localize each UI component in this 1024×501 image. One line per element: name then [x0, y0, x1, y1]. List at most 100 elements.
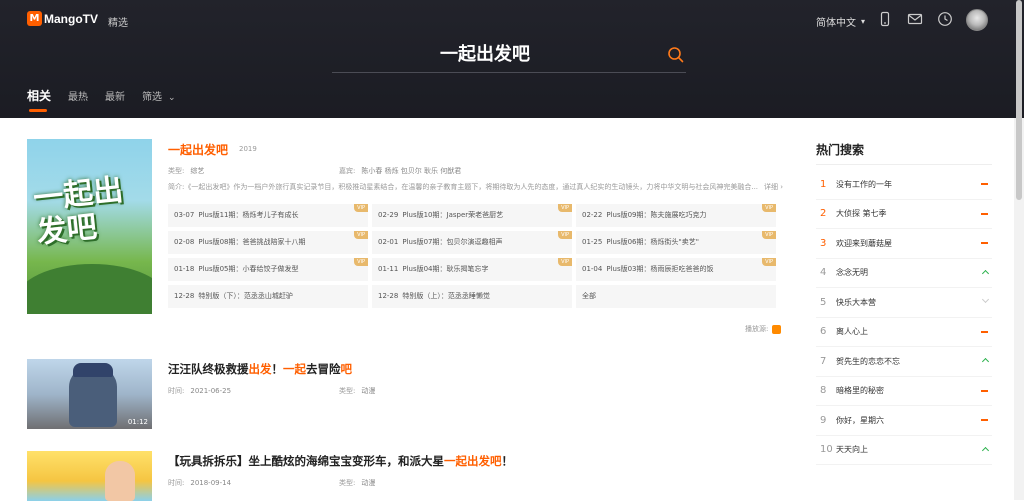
result-thumbnail[interactable]: 01:12 — [27, 359, 152, 429]
episode-item[interactable]: 02-08 Plus版08期：爸爸挑战陪家十八期 VIP — [168, 231, 368, 254]
poster-hill — [27, 264, 152, 314]
logo-mark: M — [27, 11, 42, 26]
mango-source-icon[interactable] — [772, 324, 782, 334]
hot-item-name: 大侦探 第七季 — [836, 209, 887, 219]
episode-date: 01-11 — [378, 265, 399, 273]
vip-badge: VIP — [354, 258, 368, 266]
trend-down-icon — [981, 295, 990, 304]
hot-search-item[interactable]: 9 你好，星期六 — [816, 406, 992, 436]
time-value: 2021-06-25 — [190, 387, 232, 395]
episode-item[interactable]: 02-01 Plus版07期：包贝尔演逗趣相声 VIP — [372, 231, 572, 254]
hot-search-item[interactable]: 8 暗格里的秘密 — [816, 377, 992, 406]
trend-up-icon — [981, 269, 990, 277]
details-link[interactable]: 详细 › — [764, 182, 783, 192]
hot-search-title: 热门搜索 — [816, 143, 865, 157]
mangotv-logo[interactable]: M MangoTV — [27, 11, 98, 26]
tab-filter[interactable]: 筛选 ⌄ — [142, 88, 176, 103]
trend-flat-icon — [981, 212, 988, 215]
vip-badge: VIP — [354, 204, 368, 212]
hot-item-name: 欢迎来到蘑菇屋 — [836, 238, 892, 248]
episode-item[interactable]: 02-22 Plus版09期：陈夫施展吃巧克力 VIP — [576, 204, 776, 227]
result-type: 类型: 动漫 — [339, 386, 375, 396]
episode-title: Plus版10期：Jasper荣老爸厨艺 — [402, 211, 504, 219]
mail-icon[interactable] — [907, 11, 923, 27]
hot-search-item[interactable]: 4 念念无明 — [816, 259, 992, 288]
user-avatar[interactable] — [966, 9, 988, 31]
scrollbar-thumb[interactable] — [1016, 0, 1022, 200]
episode-title: Plus版07期：包贝尔演逗趣相声 — [402, 238, 503, 246]
episode-item[interactable]: 02-29 Plus版10期：Jasper荣老爸厨艺 VIP — [372, 204, 572, 227]
hot-search-item[interactable]: 6 离人心上 — [816, 318, 992, 347]
logo-text: MangoTV — [44, 11, 98, 26]
vip-badge: VIP — [762, 258, 776, 266]
rank-number: 5 — [820, 296, 827, 308]
type-value: 综艺 — [190, 167, 205, 175]
episode-title: Plus版05期：小春给饺子做发型 — [198, 265, 299, 273]
episode-item[interactable]: 03-07 Plus版11期：杨烁考儿子有成长 VIP — [168, 204, 368, 227]
result-title[interactable]: 汪汪队终极救援出发！一起去冒险吧 — [168, 361, 352, 377]
episode-item[interactable]: 01-11 Plus版04期：耿乐揭笔忘字 VIP — [372, 258, 572, 281]
desc-label: 简介: — [168, 183, 185, 191]
tab-filter-label: 筛选 — [142, 92, 163, 103]
rank-number: 2 — [820, 208, 827, 220]
hot-search-item[interactable]: 10 天天向上 — [816, 436, 992, 465]
result-thumbnail[interactable] — [27, 451, 152, 501]
title-part: 【玩具拆拆乐】坐上酷炫的海绵宝宝变形车，和派大星 — [168, 454, 444, 468]
tab-related[interactable]: 相关 — [27, 87, 51, 112]
hot-item-name: 贺先生的恋恋不忘 — [836, 356, 900, 366]
clock-icon[interactable] — [937, 11, 953, 27]
language-selector[interactable]: 简体中文 ▾ — [816, 14, 865, 29]
top-header: M MangoTV 精选 简体中文 ▾ 一起出发吧 相关 最热 最新 筛选 ⌄ — [0, 0, 1024, 118]
hot-item-name: 念念无明 — [836, 268, 868, 278]
all-episodes-button[interactable]: 全部 — [576, 285, 776, 308]
hot-item-name: 离人心上 — [836, 327, 868, 337]
type-label: 类型: — [339, 479, 356, 487]
kid-figure — [105, 461, 135, 501]
search-query[interactable]: 一起出发吧 — [330, 40, 640, 66]
episode-item[interactable]: 12-28 特别版（上）：范丞丞睡懒觉 — [372, 285, 572, 308]
trend-flat-icon — [981, 389, 988, 392]
title-highlight: 一起出发吧 — [444, 454, 502, 468]
episode-date: 12-28 — [174, 292, 195, 300]
hot-search-item[interactable]: 7 贺先生的恋恋不忘 — [816, 347, 992, 377]
episode-item[interactable]: 12-28 特别版（下）：范丞丞山城赶驴 — [168, 285, 368, 308]
episode-date: 01-04 — [582, 265, 603, 273]
episode-item[interactable]: 01-04 Plus版03期：杨雨辰拒吃爸爸的饭 VIP — [576, 258, 776, 281]
episode-title: 特别版（上）：范丞丞睡懒觉 — [402, 292, 490, 300]
tab-newest[interactable]: 最新 — [105, 88, 125, 103]
search-icon[interactable] — [667, 46, 685, 64]
vip-badge: VIP — [558, 204, 572, 212]
phone-icon[interactable] — [877, 11, 893, 27]
trend-flat-icon — [981, 183, 988, 185]
hot-search-item[interactable]: 1 没有工作的一年 — [816, 170, 992, 200]
hot-search-item[interactable]: 2 大侦探 第七季 — [816, 200, 992, 229]
show-title[interactable]: 一起出发吧 — [168, 141, 228, 158]
hot-search-item[interactable]: 3 欢迎来到蘑菇屋 — [816, 229, 992, 259]
hot-item-name: 没有工作的一年 — [836, 179, 892, 189]
trend-up-icon — [981, 446, 990, 454]
type-value: 动漫 — [361, 479, 376, 487]
episode-title: Plus版11期：杨烁考儿子有成长 — [198, 211, 299, 219]
vip-badge: VIP — [558, 231, 572, 239]
language-label: 简体中文 — [816, 18, 856, 29]
trend-flat-icon — [981, 242, 988, 244]
show-cast: 嘉宾: 陈小春 杨烁 包贝尔 耿乐 何猷君 — [339, 166, 461, 176]
episode-date: 12-28 — [378, 292, 399, 300]
hot-search-item[interactable]: 5 快乐大本营 — [816, 288, 992, 318]
result-type: 类型: 动漫 — [339, 478, 375, 488]
hot-search-list: 1 没有工作的一年 2 大侦探 第七季 3 欢迎来到蘑菇屋 4 念念无明 5 快乐大本营 … — [816, 170, 992, 465]
tab-hottest[interactable]: 最热 — [68, 88, 88, 103]
show-poster[interactable]: 一起出发吧 — [27, 139, 152, 314]
result-title[interactable]: 【玩具拆拆乐】坐上酷炫的海绵宝宝变形车，和派大星一起出发吧！ — [168, 453, 513, 469]
vip-badge: VIP — [762, 204, 776, 212]
hot-item-name: 天天向上 — [836, 445, 868, 455]
details-label: 详细 — [764, 183, 778, 191]
trend-up-icon — [981, 357, 990, 366]
episode-item[interactable]: 01-18 Plus版05期：小春给饺子做发型 VIP — [168, 258, 368, 281]
hot-search-divider — [816, 164, 992, 165]
vip-badge: VIP — [762, 231, 776, 239]
episode-title: Plus版06期：杨烁街头"卖艺" — [606, 238, 699, 246]
episode-item[interactable]: 01-25 Plus版06期：杨烁街头"卖艺" VIP — [576, 231, 776, 254]
nav-featured-link[interactable]: 精选 — [108, 14, 128, 29]
rank-number: 8 — [820, 385, 827, 397]
